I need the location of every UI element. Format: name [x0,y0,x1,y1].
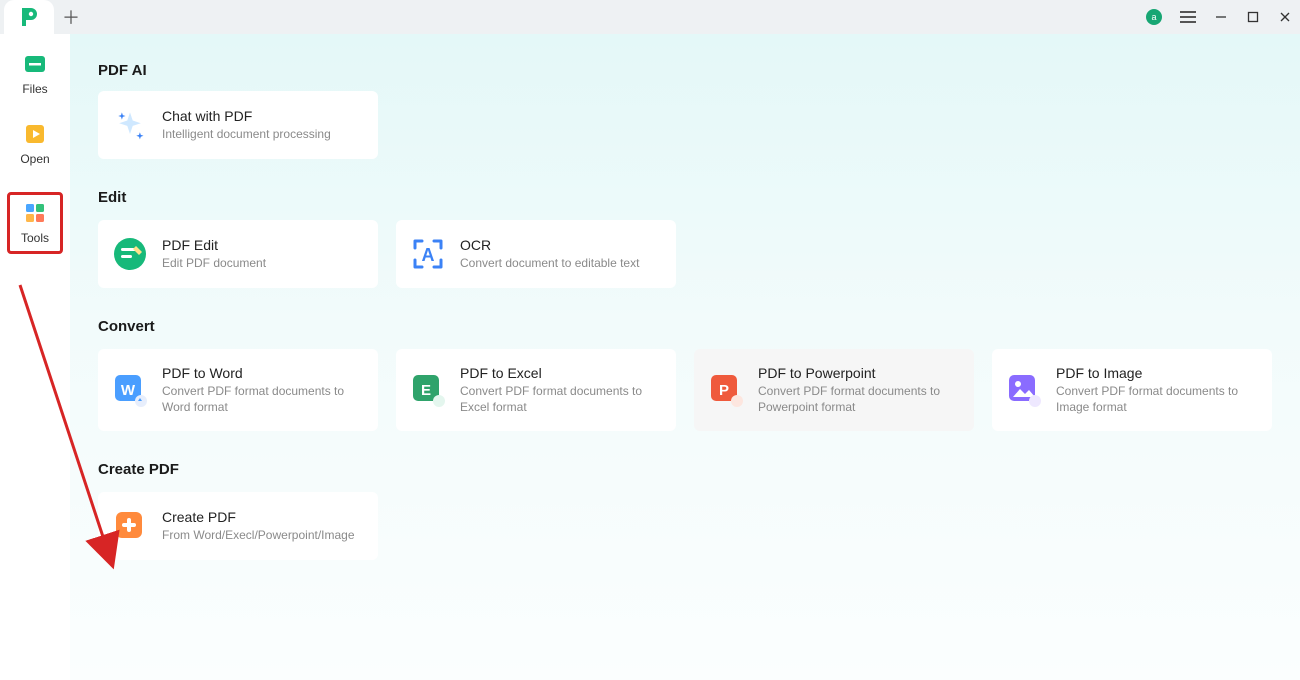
sidebar-item-open[interactable]: Open [7,122,63,166]
card-desc: Convert document to editable text [460,255,639,271]
new-tab-button[interactable]: ＋ [54,0,88,34]
maximize-button[interactable] [1246,10,1260,24]
create-pdf-icon [112,508,148,544]
card-desc: From Word/Execl/Powerpoint/Image [162,527,355,543]
svg-text:E: E [421,382,431,399]
sidebar-item-files[interactable]: Files [7,52,63,96]
card-pdf-to-excel[interactable]: E PDF to Excel Convert PDF format docume… [396,349,676,431]
main-panel: PDF AI Chat with PDF Intelligent documen… [70,34,1300,680]
card-title: PDF to Excel [460,365,662,381]
sidebar-item-label: Open [20,152,49,166]
section-heading-edit: Edit [98,189,1272,206]
sidebar-item-tools[interactable]: Tools [7,192,63,254]
close-button[interactable] [1278,10,1292,24]
card-pdf-to-word[interactable]: W PDF to Word Convert PDF format documen… [98,349,378,431]
section-heading-pdf-ai: PDF AI [98,62,1272,79]
svg-text:P: P [719,382,729,399]
section-heading-create: Create PDF [98,461,1272,478]
card-title: PDF to Image [1056,365,1258,381]
card-pdf-edit[interactable]: PDF Edit Edit PDF document [98,220,378,288]
card-desc: Convert PDF format documents to Image fo… [1056,383,1258,415]
card-desc: Convert PDF format documents to Excel fo… [460,383,662,415]
card-title: OCR [460,237,639,253]
card-pdf-to-image[interactable]: PDF to Image Convert PDF format document… [992,349,1272,431]
menu-icon[interactable] [1180,11,1196,23]
powerpoint-icon: P [708,372,744,408]
svg-text:W: W [121,382,136,399]
card-desc: Intelligent document processing [162,126,331,142]
card-title: PDF to Powerpoint [758,365,960,381]
card-ocr[interactable]: A OCR Convert document to editable text [396,220,676,288]
sparkle-icon [112,107,148,143]
card-desc: Convert PDF format documents to Powerpoi… [758,383,960,415]
word-icon: W [112,372,148,408]
excel-icon: E [410,372,446,408]
ocr-icon: A [410,236,446,272]
avatar[interactable]: a [1146,9,1162,25]
avatar-letter: a [1151,12,1156,22]
app-tab[interactable] [4,0,54,34]
sidebar-item-label: Files [22,82,47,96]
app-logo-icon [18,6,40,28]
titlebar: ＋ a [0,0,1300,34]
section-heading-convert: Convert [98,318,1272,335]
minimize-button[interactable] [1214,10,1228,24]
window-controls: a [1146,0,1292,34]
open-icon [23,122,47,146]
card-title: PDF Edit [162,237,266,253]
files-icon [23,52,47,76]
card-title: Chat with PDF [162,108,331,124]
card-create-pdf[interactable]: Create PDF From Word/Execl/Powerpoint/Im… [98,492,378,560]
sidebar-item-label: Tools [21,231,49,245]
pdf-edit-icon [112,236,148,272]
card-desc: Edit PDF document [162,255,266,271]
card-pdf-to-powerpoint[interactable]: P PDF to Powerpoint Convert PDF format d… [694,349,974,431]
card-title: Create PDF [162,509,355,525]
card-chat-with-pdf[interactable]: Chat with PDF Intelligent document proce… [98,91,378,159]
image-icon [1006,372,1042,408]
sidebar: Files Open Tools [0,34,70,680]
card-desc: Convert PDF format documents to Word for… [162,383,364,415]
svg-text:A: A [422,245,435,265]
card-title: PDF to Word [162,365,364,381]
tools-icon [23,201,47,225]
